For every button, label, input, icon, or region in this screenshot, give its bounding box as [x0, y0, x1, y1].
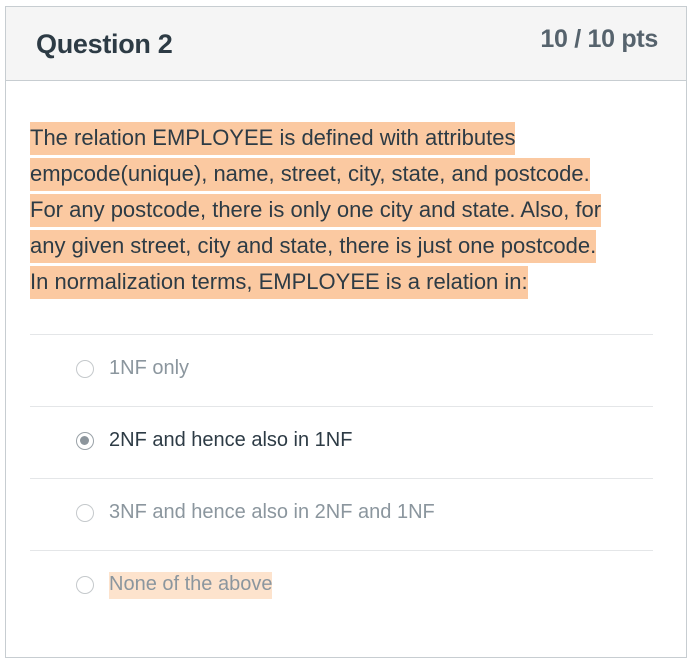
question-points: 10 / 10 pts [540, 25, 658, 53]
answer-option-3nf[interactable]: 3NF and hence also in 2NF and 1NF [30, 478, 653, 550]
answer-label: 3NF and hence also in 2NF and 1NF [109, 501, 435, 523]
radio-button[interactable] [76, 576, 94, 594]
answer-list: 1NF only 2NF and hence also in 1NF 3NF a… [30, 334, 653, 622]
answer-option-none[interactable]: None of the above [30, 550, 653, 622]
answer-option-2nf[interactable]: 2NF and hence also in 1NF [30, 406, 653, 478]
answer-label: None of the above [109, 572, 273, 599]
question-text-line: In normalization terms, EMPLOYEE is a re… [30, 266, 528, 299]
radio-button[interactable] [76, 360, 94, 378]
answer-option-1nf-only[interactable]: 1NF only [30, 334, 653, 406]
question-text-line: The relation EMPLOYEE is defined with at… [30, 122, 516, 155]
radio-button[interactable] [76, 504, 94, 522]
question-text-line: any given street, city and state, there … [30, 230, 597, 263]
answer-label: 1NF only [109, 357, 190, 379]
question-text: The relation EMPLOYEE is defined with at… [30, 120, 660, 300]
radio-button-selected[interactable] [76, 432, 94, 450]
question-text-line: For any postcode, there is only one city… [30, 194, 602, 227]
question-title: Question 2 [36, 29, 173, 59]
answer-label: 2NF and hence also in 1NF [109, 429, 353, 451]
question-text-line: empcode(unique), name, street, city, sta… [30, 158, 590, 191]
question-header: Question 2 10 / 10 pts [6, 7, 686, 81]
